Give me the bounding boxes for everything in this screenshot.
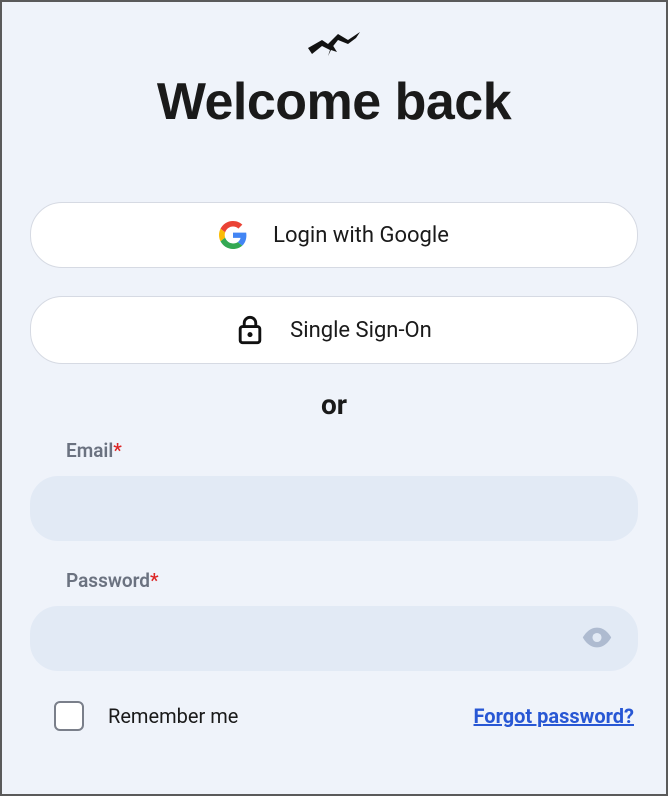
google-icon [219, 221, 247, 249]
login-google-button[interactable]: Login with Google [30, 202, 638, 268]
login-sso-button[interactable]: Single Sign-On [30, 296, 638, 364]
app-logo [304, 26, 364, 64]
header: Welcome back [30, 26, 638, 132]
lock-icon [236, 315, 264, 345]
remember-checkbox[interactable] [54, 701, 84, 731]
email-label: Email* [66, 439, 638, 462]
required-mark: * [113, 439, 122, 462]
footer-row: Remember me Forgot password? [30, 701, 638, 731]
password-input[interactable] [30, 606, 638, 671]
password-label: Password* [66, 569, 638, 592]
eye-icon [580, 620, 614, 657]
toggle-password-visibility-button[interactable] [576, 616, 618, 661]
email-group: Email* [30, 439, 638, 541]
password-group: Password* [30, 569, 638, 671]
required-mark: * [150, 569, 159, 592]
email-input[interactable] [30, 476, 638, 541]
login-sso-label: Single Sign-On [290, 318, 432, 343]
divider-or: or [30, 388, 638, 421]
remember-wrap: Remember me [54, 701, 238, 731]
remember-label[interactable]: Remember me [108, 704, 238, 728]
page-title: Welcome back [30, 72, 638, 132]
login-google-label: Login with Google [273, 223, 449, 248]
forgot-password-link[interactable]: Forgot password? [474, 704, 634, 728]
